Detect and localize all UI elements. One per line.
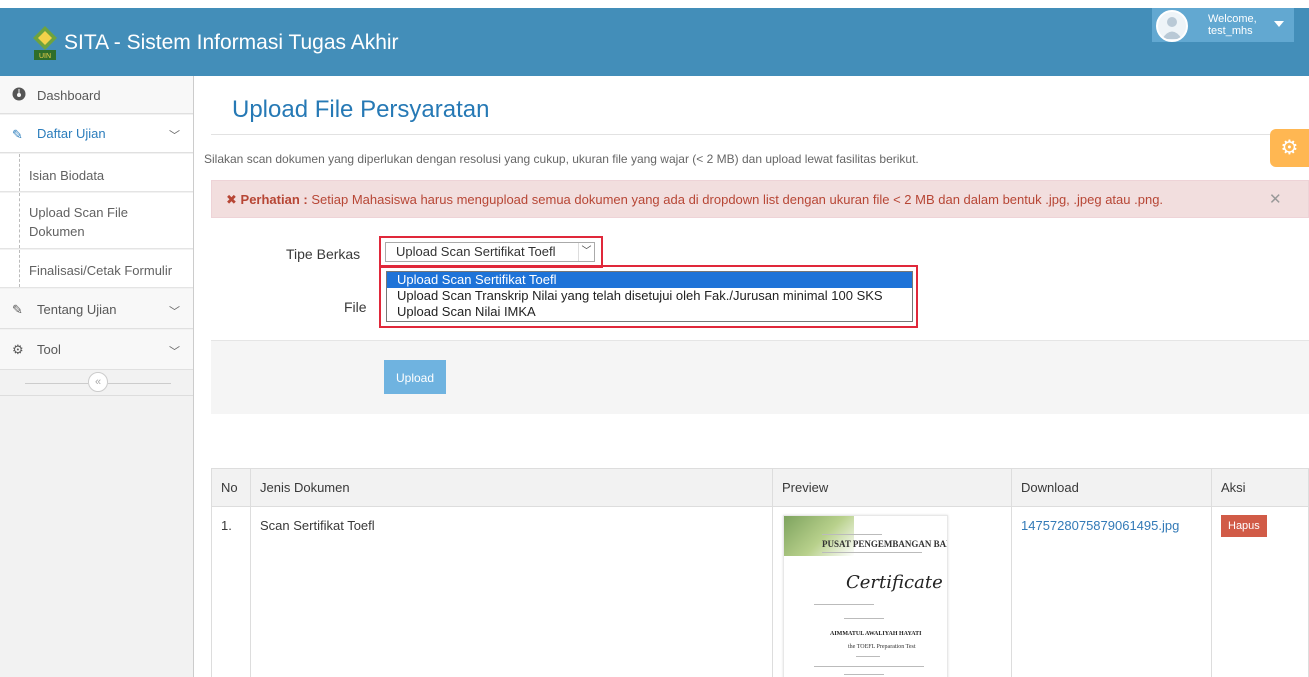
intro-text: Silakan scan dokumen yang diperlukan den… — [204, 152, 919, 166]
settings-gear-icon[interactable]: ⚙ — [1270, 129, 1309, 167]
svg-text:UIN: UIN — [39, 53, 51, 60]
preview-org: PUSAT PENGEMBANGAN BAHASA — [822, 539, 947, 549]
alert-label: Perhatian : — [240, 192, 308, 207]
chevron-down-icon: ﹀ — [578, 243, 594, 261]
sidebar-item-label: Daftar Ujian — [37, 126, 106, 141]
sidebar-collapse-row: « — [0, 371, 193, 396]
tipe-berkas-label: Tipe Berkas — [286, 246, 361, 262]
page-title: Upload File Persyaratan — [232, 96, 490, 123]
sidebar-item-dashboard[interactable]: Dashboard — [0, 76, 193, 114]
alert-message: Setiap Mahasiswa harus mengupload semua … — [311, 192, 1164, 207]
highlight-box: Upload Scan Sertifikat Toefl Upload Scan… — [379, 265, 918, 328]
welcome-text: Welcome, test_mhs — [1208, 13, 1257, 37]
welcome-label: Welcome, — [1208, 13, 1257, 25]
highlight-box: Upload Scan Sertifikat Toefl ﹀ — [379, 236, 603, 268]
sidebar-item-label: Dashboard — [37, 88, 101, 103]
collapse-sidebar-icon[interactable]: « — [88, 372, 108, 392]
sidebar-item-tool[interactable]: ⚙ Tool ﹀ — [0, 330, 193, 370]
sidebar-item-label: Tentang Ujian — [37, 302, 117, 317]
table-header-row: No Jenis Dokumen Preview Download Aksi — [211, 468, 1309, 507]
cell-aksi: Hapus — [1211, 506, 1309, 677]
username-label: test_mhs — [1208, 25, 1253, 37]
column-header: Aksi — [1211, 468, 1309, 507]
alert-warning: ✖ Perhatian : Setiap Mahasiswa harus men… — [211, 180, 1309, 218]
download-link[interactable]: 1475728075879061495.jpg — [1021, 518, 1179, 533]
column-header: No — [211, 468, 251, 507]
cell-preview: PUSAT PENGEMBANGAN BAHASA Certificate AI… — [772, 506, 1012, 677]
cell-no: 1. — [211, 506, 251, 677]
dashboard-icon — [12, 87, 26, 104]
sidebar-subitem-upload-scan[interactable]: Upload Scan File Dokumen — [0, 193, 193, 249]
upload-button[interactable]: Upload — [384, 360, 446, 394]
tipe-berkas-dropdown: Upload Scan Sertifikat Toefl Upload Scan… — [386, 271, 913, 322]
sidebar-item-tentang-ujian[interactable]: ✎ Tentang Ujian ﹀ — [0, 289, 193, 329]
app-title[interactable]: SITA - Sistem Informasi Tugas Akhir — [64, 31, 399, 55]
caret-down-icon — [1274, 21, 1284, 27]
user-menu[interactable]: Welcome, test_mhs — [1152, 8, 1294, 42]
preview-test: the TOEFL Preparation Test — [848, 644, 916, 650]
preview-title: Certificate — [846, 572, 943, 593]
divider — [211, 134, 1309, 135]
dropdown-option[interactable]: Upload Scan Sertifikat Toefl — [387, 272, 912, 288]
file-label: File — [344, 299, 367, 315]
table-row: 1. Scan Sertifikat Toefl PUSAT PENGEMBAN… — [211, 506, 1309, 677]
tipe-berkas-select[interactable]: Upload Scan Sertifikat Toefl ﹀ — [385, 242, 595, 262]
cell-jenis: Scan Sertifikat Toefl — [250, 506, 773, 677]
selected-option: Upload Scan Sertifikat Toefl — [396, 244, 556, 259]
chevron-down-icon: ﹀ — [169, 346, 180, 358]
certificate-preview-image[interactable]: PUSAT PENGEMBANGAN BAHASA Certificate AI… — [783, 515, 948, 677]
sidebar-subitem-finalisasi[interactable]: Finalisasi/Cetak Formulir — [0, 250, 193, 288]
pencil-icon: ✎ — [12, 127, 23, 142]
documents-table: No Jenis Dokumen Preview Download Aksi 1… — [211, 468, 1309, 677]
sidebar-subitem-label: Finalisasi/Cetak Formulir — [29, 263, 173, 278]
close-icon[interactable]: ✕ — [1269, 190, 1282, 208]
user-avatar-icon — [1156, 10, 1188, 42]
sidebar: Dashboard ✎ Daftar Ujian ﹀ Isian Biodata… — [0, 76, 194, 677]
sidebar-subitem-isian-biodata[interactable]: Isian Biodata — [0, 154, 193, 192]
dropdown-option[interactable]: Upload Scan Nilai IMKA — [387, 304, 912, 320]
alert-close-mark-icon: ✖ — [226, 192, 237, 207]
preview-name: AIMMATUL AWALIYAH HAYATI — [830, 631, 922, 637]
cell-download: 1475728075879061495.jpg — [1011, 506, 1212, 677]
sidebar-item-label: Tool — [37, 342, 61, 357]
sidebar-item-daftar-ujian[interactable]: ✎ Daftar Ujian ﹀ — [0, 115, 193, 153]
column-header: Jenis Dokumen — [250, 468, 773, 507]
cogs-icon: ⚙ — [12, 342, 24, 357]
sidebar-subitem-label: Upload Scan File Dokumen — [29, 205, 128, 239]
hapus-button[interactable]: Hapus — [1221, 515, 1267, 537]
column-header: Download — [1011, 468, 1212, 507]
form-actions — [211, 340, 1309, 414]
pencil-icon: ✎ — [12, 302, 23, 317]
sidebar-subitem-label: Isian Biodata — [29, 168, 105, 183]
dropdown-option[interactable]: Upload Scan Transkrip Nilai yang telah d… — [387, 288, 912, 304]
column-header: Preview — [772, 468, 1012, 507]
top-navbar: UIN SITA - Sistem Informasi Tugas Akhir … — [0, 8, 1309, 76]
university-logo-icon: UIN — [33, 26, 57, 60]
chevron-down-icon: ﹀ — [169, 130, 180, 142]
chevron-down-icon: ﹀ — [169, 306, 180, 318]
